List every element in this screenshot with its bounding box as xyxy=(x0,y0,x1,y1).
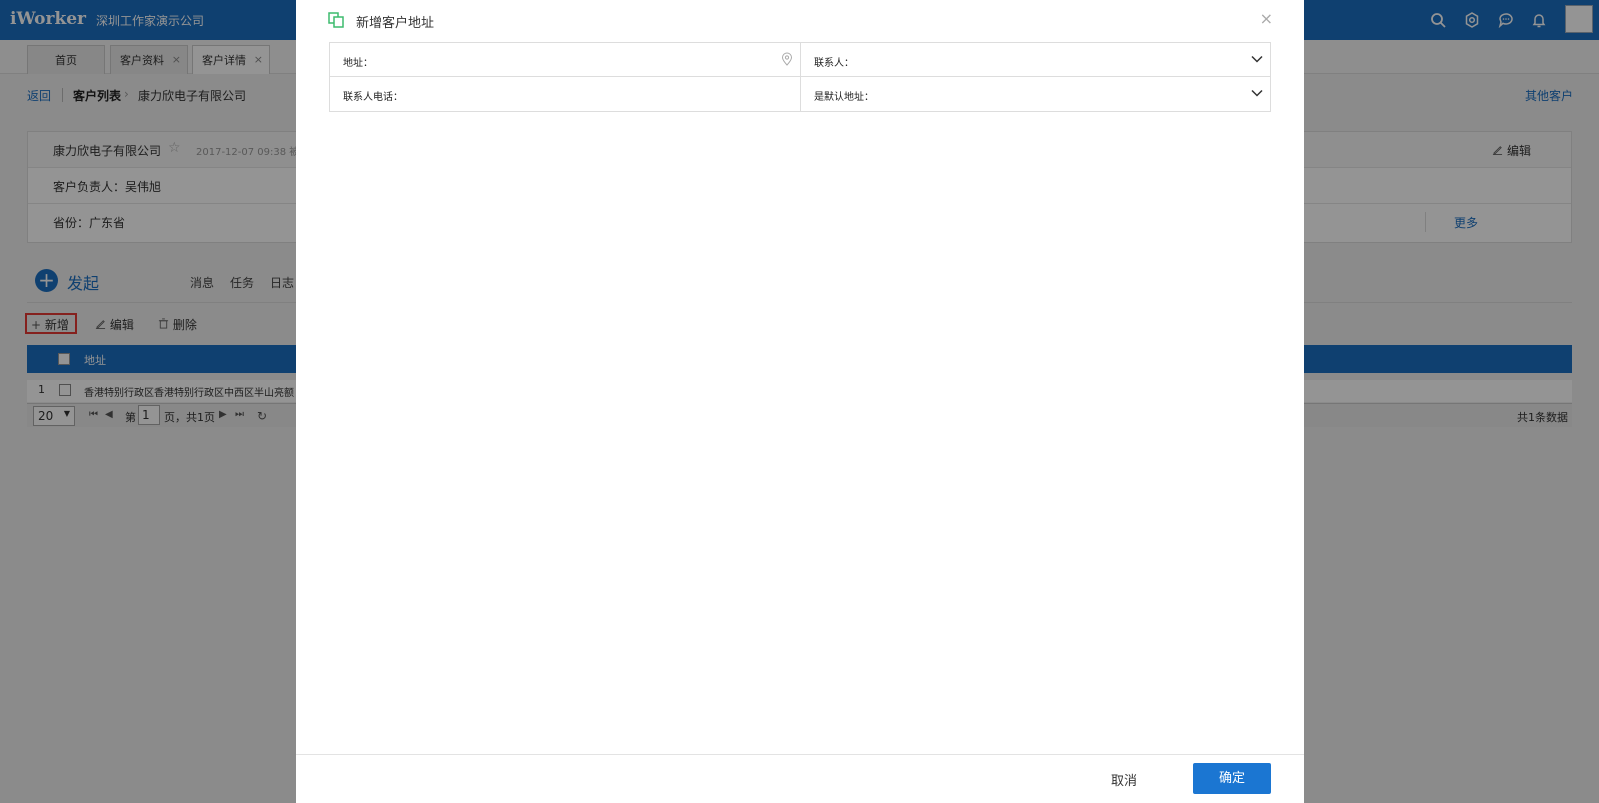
default-address-select[interactable]: 是默认地址： xyxy=(800,77,1270,111)
address-form: 地址： 联系人： 联系人电话： 是默认地址： xyxy=(329,42,1271,112)
chevron-down-icon[interactable] xyxy=(1250,52,1264,66)
location-pin-icon[interactable] xyxy=(780,52,794,66)
address-label: 地址： xyxy=(343,58,373,69)
address-field[interactable]: 地址： xyxy=(330,43,800,77)
copy-icon xyxy=(328,12,344,28)
add-address-dialog: 新增客户地址 × 地址： 联系人： 联系人电话： 是默认地址： 取消 确定 xyxy=(296,0,1304,803)
close-icon[interactable]: × xyxy=(1260,9,1273,28)
divider xyxy=(296,754,1304,755)
contact-select[interactable]: 联系人： xyxy=(800,43,1270,77)
contact-phone-label: 联系人电话： xyxy=(343,92,403,103)
contact-label: 联系人： xyxy=(814,58,854,69)
default-address-label: 是默认地址： xyxy=(814,92,874,103)
contact-phone-field[interactable]: 联系人电话： xyxy=(330,77,800,111)
confirm-button[interactable]: 确定 xyxy=(1193,763,1271,794)
cancel-button[interactable]: 取消 xyxy=(1111,770,1137,789)
chevron-down-icon[interactable] xyxy=(1250,86,1264,100)
dialog-title: 新增客户地址 xyxy=(356,16,435,31)
